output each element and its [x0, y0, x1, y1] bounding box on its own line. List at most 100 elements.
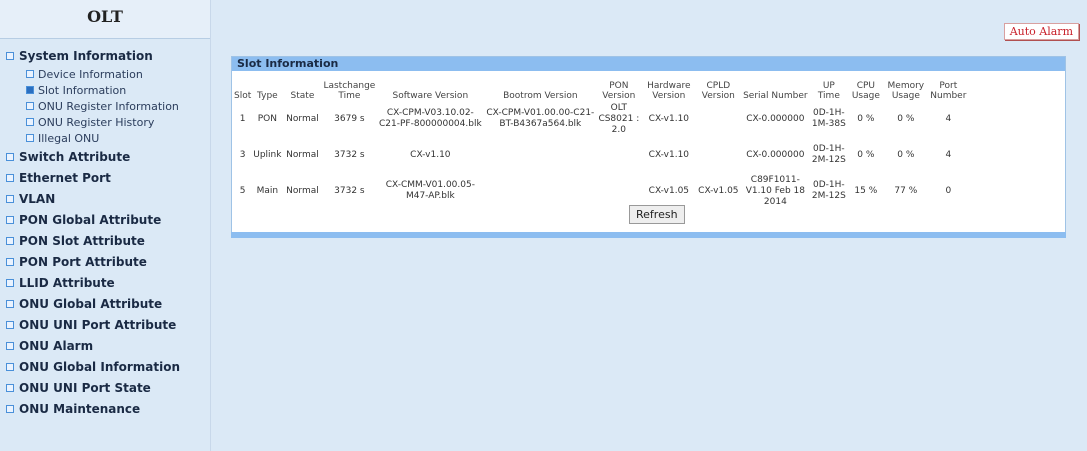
table-cell: Normal: [286, 113, 319, 124]
nav-group-system-information[interactable]: System Information: [0, 45, 210, 66]
nav-group-label: PON Slot Attribute: [19, 233, 145, 248]
nav-group-onu-global-information[interactable]: ONU Global Information: [0, 356, 210, 377]
nav-group-pon-global-attribute[interactable]: PON Global Attribute: [0, 209, 210, 230]
nav-group-onu-uni-port-attribute[interactable]: ONU UNI Port Attribute: [0, 314, 210, 335]
nav-item-label: Slot Information: [38, 83, 127, 97]
panel-title: Slot Information: [232, 57, 1065, 71]
nav-item-slot-information[interactable]: Slot Information: [0, 82, 210, 98]
auto-alarm-button[interactable]: Auto Alarm: [1003, 23, 1079, 40]
table-cell: [696, 101, 740, 137]
nav-group-label: ONU Alarm: [19, 338, 94, 353]
table-cell: OLT CS8021 : 2.0: [598, 102, 640, 135]
table-cell: 3: [239, 149, 246, 160]
folder-icon: [6, 362, 14, 371]
table-cell: CX-v1.10: [410, 149, 451, 160]
table-cell: CX-CPM-V01.00.00-C21-BT-B4367a564.blk: [486, 108, 595, 129]
folder-icon: [6, 383, 14, 392]
table-cell: 15 %: [854, 185, 878, 196]
nav-item-illegal-onu[interactable]: Illegal ONU: [0, 130, 210, 146]
table-cell: [596, 137, 641, 173]
refresh-button[interactable]: Refresh: [629, 205, 685, 224]
nav-item-onu-register-information[interactable]: ONU Register Information: [0, 98, 210, 114]
nav-group-label: PON Port Attribute: [19, 254, 147, 269]
table-cell: 0 %: [897, 113, 915, 124]
nav-group-label: PON Global Attribute: [19, 212, 162, 227]
nav-item-label: ONU Register History: [38, 115, 155, 129]
folder-icon: [6, 341, 14, 350]
table-cell: 0D-1H-1M-38S: [811, 108, 846, 129]
table-row: 5 Main Normal 3732 s CX-CMM-V01.00.05-M47-AP…: [233, 173, 969, 209]
nav-group-vlan[interactable]: VLAN: [0, 188, 210, 209]
folder-icon: [6, 152, 14, 161]
table-cell: [696, 137, 740, 173]
column-header: Port Number: [930, 81, 967, 101]
table-cell: 1: [239, 113, 246, 124]
table-cell: 0: [945, 185, 952, 196]
nav-group-label: ONU UNI Port State: [19, 380, 151, 395]
sidebar: OLT System Information Device Information…: [0, 0, 211, 451]
table-cell: 4: [945, 113, 952, 124]
table-cell: CX-0.000000: [746, 113, 805, 124]
table-cell: C89F1011-V1.10 Feb 18 2014: [745, 174, 805, 207]
table-row: 3 Uplink Normal 3732 s CX-v1.10 CX-v1.10 CX-0.…: [233, 137, 969, 173]
table-cell: PON: [257, 113, 277, 124]
column-header: UP Time: [817, 81, 840, 101]
column-header: CPLD Version: [701, 81, 735, 101]
table-header-row: Slot Type State Lastchange Time Software Ver…: [233, 71, 969, 101]
nav-group-onu-global-attribute[interactable]: ONU Global Attribute: [0, 293, 210, 314]
nav-group-onu-maintenance[interactable]: ONU Maintenance: [0, 398, 210, 419]
table-cell: 5: [239, 185, 246, 196]
nav-menu: System Information Device Information Slot…: [0, 39, 210, 419]
page-icon: [26, 118, 34, 126]
nav-group-onu-alarm[interactable]: ONU Alarm: [0, 335, 210, 356]
nav-group-onu-uni-port-state[interactable]: ONU UNI Port State: [0, 377, 210, 398]
table-cell: [484, 137, 596, 173]
folder-icon: [6, 257, 14, 266]
table-cell: 0 %: [857, 113, 875, 124]
page-icon: [26, 134, 34, 142]
folder-icon: [6, 194, 14, 203]
folder-icon: [6, 320, 14, 329]
nav-group-switch-attribute[interactable]: Switch Attribute: [0, 146, 210, 167]
nav-group-ethernet-port[interactable]: Ethernet Port: [0, 167, 210, 188]
column-header: Type: [257, 91, 278, 101]
table-cell: Main: [256, 185, 279, 196]
nav-group-label: ONU Maintenance: [19, 401, 141, 416]
column-header: Lastchange Time: [323, 81, 376, 101]
page-icon: [26, 86, 34, 94]
column-header: Slot: [234, 91, 252, 101]
nav-group-label: Ethernet Port: [19, 170, 111, 185]
nav-item-label: Device Information: [38, 67, 143, 81]
folder-icon: [6, 215, 14, 224]
table-cell: CX-CMM-V01.00.05-M47-AP.blk: [385, 180, 475, 201]
slot-information-panel: Slot Information Slot Type State Lastchange…: [231, 56, 1066, 233]
main-content: Auto Alarm Slot Information Slot Type Stat…: [211, 0, 1087, 451]
nav-group-pon-port-attribute[interactable]: PON Port Attribute: [0, 251, 210, 272]
table-cell: Uplink: [253, 149, 282, 160]
nav-item-onu-register-history[interactable]: ONU Register History: [0, 114, 210, 130]
table-cell: CX-0.000000: [746, 149, 805, 160]
table-cell: CX-v1.10: [648, 113, 690, 124]
table-cell: Normal: [286, 185, 319, 196]
folder-icon: [6, 173, 14, 182]
table-cell: [596, 173, 641, 209]
nav-item-device-information[interactable]: Device Information: [0, 66, 210, 82]
nav-group-pon-slot-attribute[interactable]: PON Slot Attribute: [0, 230, 210, 251]
folder-icon: [6, 404, 14, 413]
column-header: CPU Usage: [851, 81, 880, 101]
folder-icon: [6, 278, 14, 287]
nav-group-label: VLAN: [19, 191, 56, 206]
column-header: Bootrom Version: [503, 91, 578, 101]
table-cell: 77 %: [894, 185, 918, 196]
table-cell: 4: [945, 149, 952, 160]
table-cell: 3679 s: [334, 113, 365, 124]
page-icon: [26, 102, 34, 110]
table-row: 1 PON Normal 3679 s CX-CPM-V03.10.02-C21-PF-…: [233, 101, 969, 137]
table-cell: CX-v1.10: [648, 149, 690, 160]
table-cell: CX-CPM-V03.10.02-C21-PF-800000004.blk: [379, 108, 482, 129]
column-header: Serial Number: [743, 91, 808, 101]
nav-group-llid-attribute[interactable]: LLID Attribute: [0, 272, 210, 293]
table-cell: 0D-1H-2M-12S: [811, 180, 846, 201]
column-header: State: [290, 91, 315, 101]
nav-group-label: System Information: [19, 48, 153, 63]
